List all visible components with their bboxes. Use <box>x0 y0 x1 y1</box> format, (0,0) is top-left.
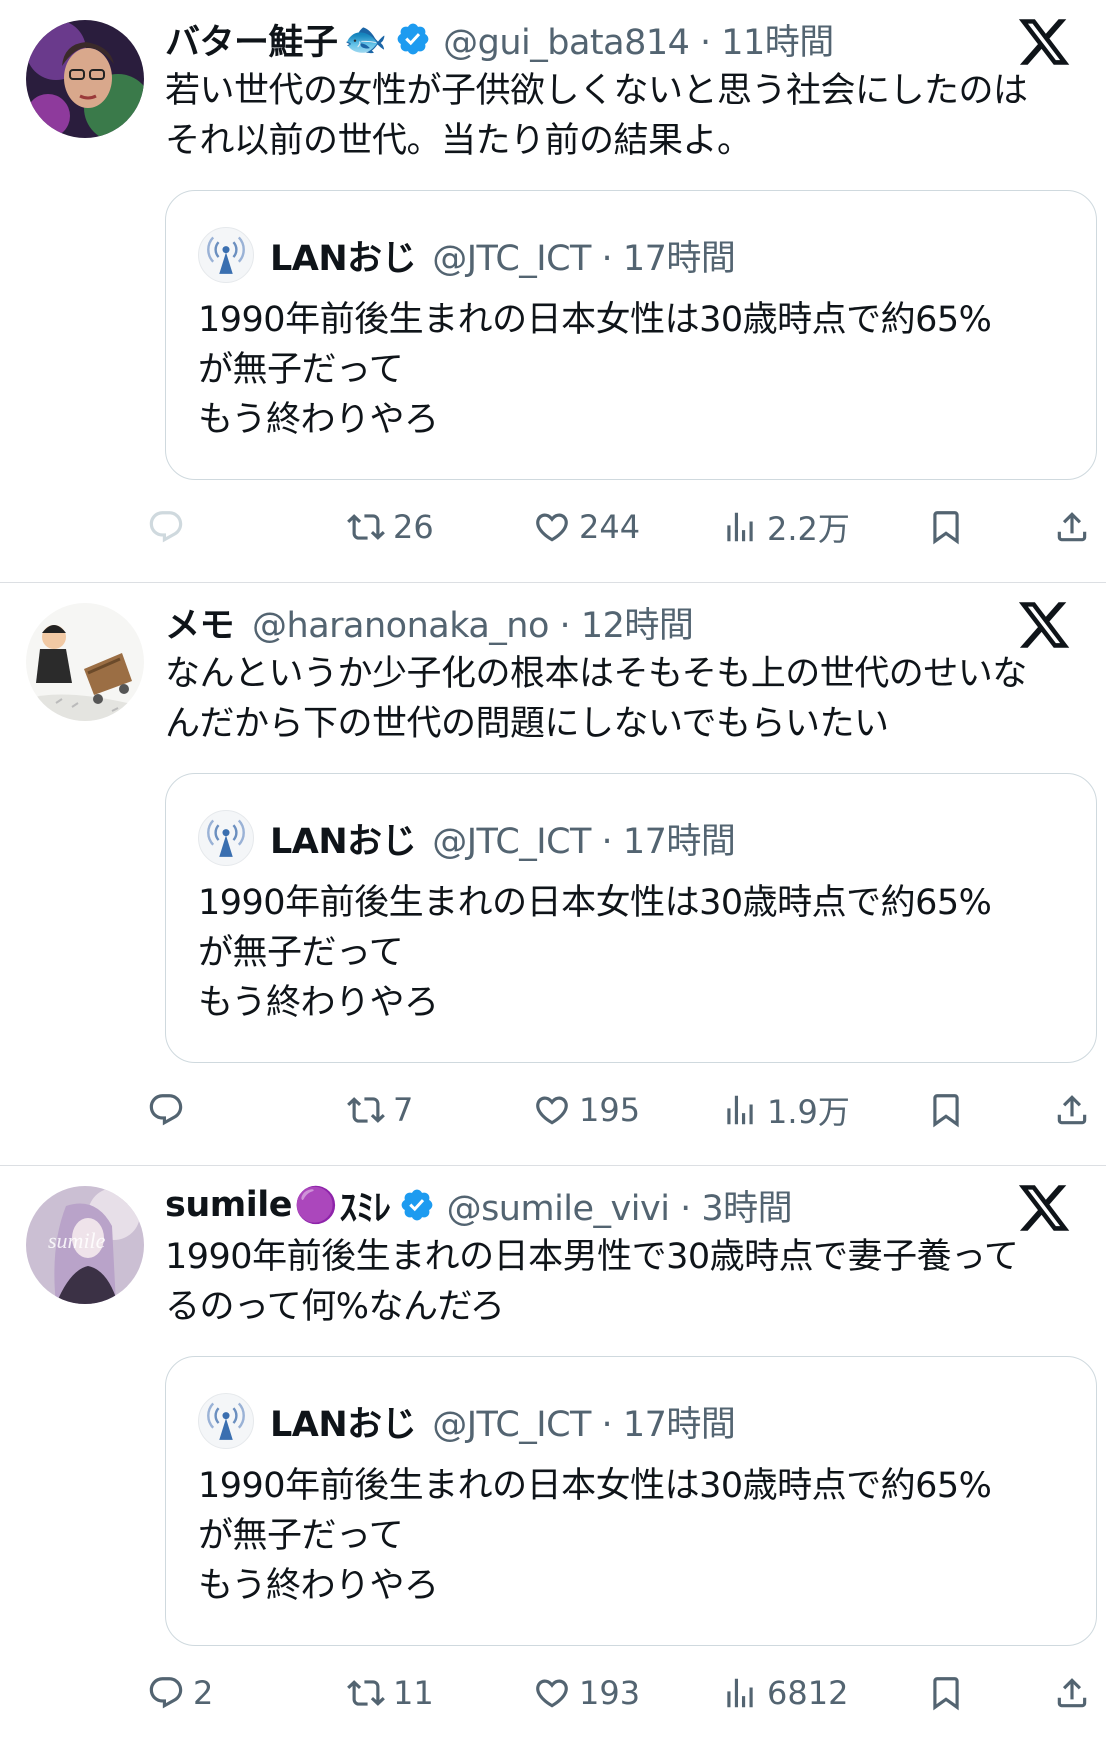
quoted-tweet[interactable]: LANおじ @JTC_ICT · 17時間 1990年前後生まれの日本女性は30… <box>165 773 1097 1063</box>
views-chart-icon <box>721 1674 759 1712</box>
views-button[interactable]: 2.2万 <box>721 492 850 562</box>
retweet-icon <box>347 1674 385 1712</box>
retweet-button[interactable]: 26 <box>347 492 434 562</box>
avatar[interactable] <box>26 603 144 721</box>
share-icon <box>1053 508 1091 546</box>
like-button[interactable]: 193 <box>533 1658 640 1728</box>
quote-header: LANおじ @JTC_ICT · 17時間 <box>270 810 736 866</box>
tweet-text: 1990年前後生まれの日本男性で30歳時点で妻子養って るのって何%なんだろ <box>165 1237 1019 1327</box>
bookmark-icon <box>927 1674 965 1712</box>
tweet[interactable]: sumile sumile 🟣 ｽﾐﾚ @sumile_vivi · 3時間 1… <box>0 1166 1106 1749</box>
action-bar: 26 244 2.2万 <box>165 492 1095 562</box>
verified-badge-icon <box>399 1187 435 1223</box>
retweet-icon <box>347 508 385 546</box>
tweet-text: なんというか少子化の根本はそもそも上の世代のせいな んだから下の世代の問題にしな… <box>165 654 1027 744</box>
quoted-tweet[interactable]: LANおじ @JTC_ICT · 17時間 1990年前後生まれの日本女性は30… <box>165 1356 1097 1646</box>
quote-display-name: LANおじ <box>270 821 417 862</box>
like-button[interactable]: 195 <box>533 1075 640 1145</box>
reply-button[interactable] <box>147 492 193 562</box>
bookmark-button[interactable] <box>927 1075 965 1145</box>
handle-time[interactable]: @haranonaka_no · 12時間 <box>252 597 694 648</box>
heart-icon <box>533 1091 571 1129</box>
avatar[interactable]: sumile <box>26 1186 144 1304</box>
share-button[interactable] <box>1053 1658 1091 1728</box>
share-icon <box>1053 1091 1091 1129</box>
heart-icon <box>533 508 571 546</box>
reply-icon <box>147 508 185 546</box>
share-button[interactable] <box>1053 492 1091 562</box>
views-button[interactable]: 1.9万 <box>721 1075 850 1145</box>
tweet-text: 若い世代の女性が子供欲しくないと思う社会にしたのは それ以前の世代。当たり前の結… <box>165 71 1028 161</box>
display-name[interactable]: バター鮭子 <box>165 14 338 65</box>
views-chart-icon <box>721 508 759 546</box>
display-name[interactable]: sumile <box>165 1185 292 1225</box>
svg-text:sumile: sumile <box>48 1228 106 1253</box>
quote-display-name: LANおじ <box>270 238 417 279</box>
reply-button[interactable] <box>147 1075 193 1145</box>
quote-display-name: LANおじ <box>270 1404 417 1445</box>
quote-text: 1990年前後生まれの日本女性は30歳時点で約65% が無子だって もう終わりや… <box>198 1466 992 1606</box>
antenna-icon <box>198 1393 254 1449</box>
heart-icon <box>533 1674 571 1712</box>
views-button[interactable]: 6812 <box>721 1658 848 1728</box>
reply-button[interactable]: 2 <box>147 1658 213 1728</box>
x-logo-icon <box>1016 14 1072 70</box>
views-chart-icon <box>721 1091 759 1129</box>
fish-emoji: 🐟 <box>343 19 388 60</box>
action-bar: 7 195 1.9万 <box>165 1075 1095 1145</box>
tweet-header: バター鮭子 🐟 @gui_bata814 · 11時間 <box>165 12 834 66</box>
action-bar: 2 11 193 6812 <box>165 1658 1095 1728</box>
tweet-header: メモ @haranonaka_no · 12時間 <box>165 595 694 649</box>
tweet-header: sumile 🟣 ｽﾐﾚ @sumile_vivi · 3時間 <box>165 1178 793 1232</box>
bookmark-icon <box>927 1091 965 1129</box>
share-button[interactable] <box>1053 1075 1091 1145</box>
retweet-button[interactable]: 7 <box>347 1075 413 1145</box>
bookmark-button[interactable] <box>927 492 965 562</box>
quote-handle-time: @JTC_ICT · 17時間 <box>432 821 736 862</box>
verified-badge-icon <box>395 21 431 57</box>
quote-header: LANおじ @JTC_ICT · 17時間 <box>270 1393 736 1449</box>
display-name-suffix: ｽﾐﾚ <box>339 1188 392 1229</box>
display-name[interactable]: メモ <box>165 597 235 648</box>
x-logo-icon <box>1016 1180 1072 1236</box>
bookmark-button[interactable] <box>927 1658 965 1728</box>
share-icon <box>1053 1674 1091 1712</box>
tweet[interactable]: メモ @haranonaka_no · 12時間 なんというか少子化の根本はそも… <box>0 583 1106 1166</box>
tweet[interactable]: バター鮭子 🐟 @gui_bata814 · 11時間 若い世代の女性が子供欲し… <box>0 0 1106 583</box>
handle-time[interactable]: @sumile_vivi · 3時間 <box>447 1180 793 1231</box>
x-logo-icon <box>1016 597 1072 653</box>
quote-header: LANおじ @JTC_ICT · 17時間 <box>270 227 736 283</box>
quote-text: 1990年前後生まれの日本女性は30歳時点で約65% が無子だって もう終わりや… <box>198 300 992 440</box>
antenna-icon <box>198 227 254 283</box>
retweet-icon <box>347 1091 385 1129</box>
retweet-button[interactable]: 11 <box>347 1658 434 1728</box>
bookmark-icon <box>927 508 965 546</box>
quote-text: 1990年前後生まれの日本女性は30歳時点で約65% が無子だって もう終わりや… <box>198 883 992 1023</box>
antenna-icon <box>198 810 254 866</box>
purple-circle-emoji: 🟣 <box>293 1185 338 1226</box>
quote-handle-time: @JTC_ICT · 17時間 <box>432 238 736 279</box>
quote-handle-time: @JTC_ICT · 17時間 <box>432 1404 736 1445</box>
handle-time[interactable]: @gui_bata814 · 11時間 <box>443 14 834 65</box>
reply-icon <box>147 1674 185 1712</box>
avatar[interactable] <box>26 20 144 138</box>
quoted-tweet[interactable]: LANおじ @JTC_ICT · 17時間 1990年前後生まれの日本女性は30… <box>165 190 1097 480</box>
like-button[interactable]: 244 <box>533 492 640 562</box>
reply-icon <box>147 1091 185 1129</box>
